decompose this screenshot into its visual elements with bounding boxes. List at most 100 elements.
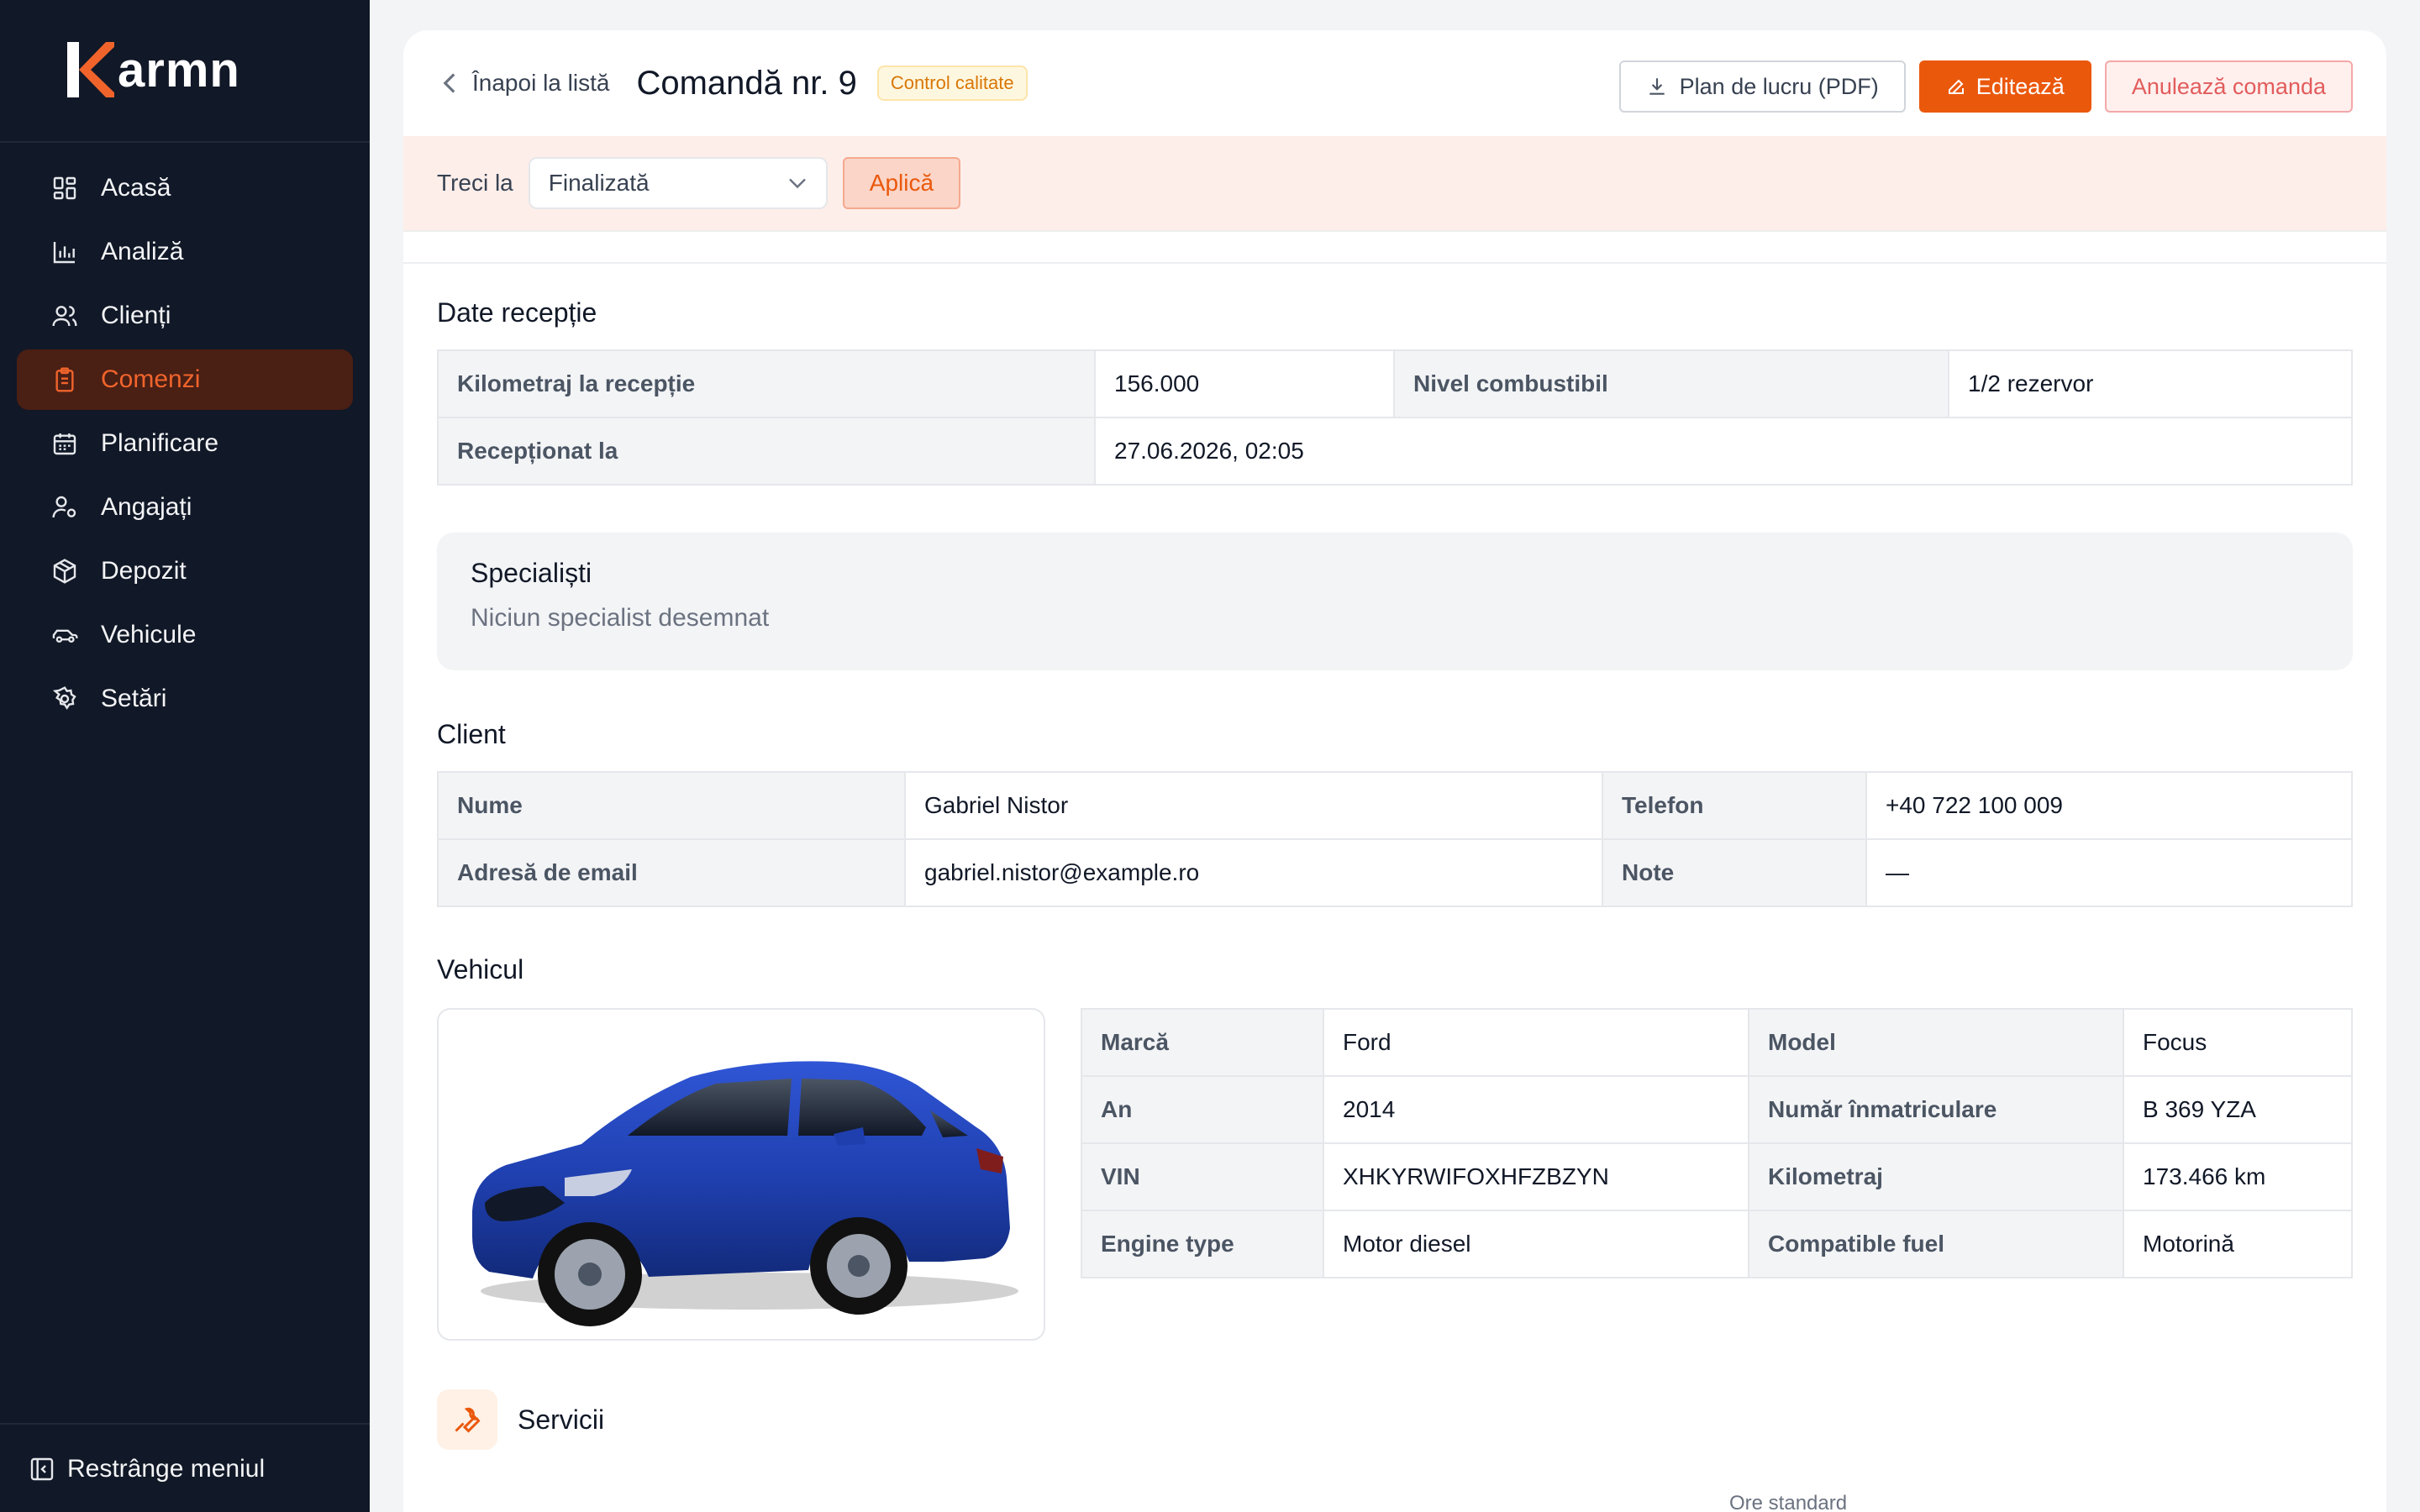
header-actions: Plan de lucru (PDF) Editează Anulează co…	[1618, 60, 2353, 113]
download-icon	[1649, 78, 1665, 95]
client-name-value: Gabriel Nistor	[904, 771, 1603, 840]
collapse-menu-button[interactable]: Restrânge meniul	[29, 1455, 265, 1483]
vehicle-fuel-value: Motorină	[2123, 1210, 2353, 1278]
apply-status-label: Aplică	[869, 170, 934, 196]
sidebar-item-vehicule[interactable]: Vehicule	[17, 605, 353, 665]
sidebar-item-angajati[interactable]: Angajați	[17, 477, 353, 538]
standard-hours-header: Ore standard	[1729, 1492, 1848, 1512]
app-logo[interactable]: armn	[67, 40, 240, 99]
karmn-logo-icon	[67, 42, 114, 97]
vehicle-vin-value: XHKYRWIFOXHFZBZYN	[1323, 1142, 1749, 1211]
status-select[interactable]: Finalizată	[528, 157, 828, 209]
vehicle-table: Marcă Ford Model Focus An 2014 Număr înm…	[1081, 1008, 2353, 1278]
vehicle-model-label: Model	[1748, 1008, 2124, 1077]
calendar-icon	[50, 429, 79, 458]
client-phone-value: +40 722 100 009	[1865, 771, 2353, 840]
client-name-label: Nume	[437, 771, 906, 840]
sidebar-divider	[0, 141, 370, 143]
collapse-menu-label: Restrânge meniul	[67, 1455, 266, 1483]
fuel-level-label: Nivel combustibil	[1393, 349, 1949, 418]
sidebar-item-label: Clienți	[101, 302, 171, 329]
users-icon	[50, 302, 79, 330]
vehicle-title: Vehicul	[437, 954, 524, 984]
vehicle-year-value: 2014	[1323, 1075, 1749, 1144]
cancel-order-button[interactable]: Anulează comanda	[2104, 60, 2353, 113]
vehicle-fuel-label: Compatible fuel	[1748, 1210, 2124, 1278]
vehicle-plate-value: B 369 YZA	[2123, 1075, 2353, 1144]
brand-name: armn	[118, 42, 240, 97]
sidebar-item-label: Comenzi	[101, 365, 201, 393]
sidebar-item-label: Acasă	[101, 174, 171, 202]
back-label: Înapoi la listă	[472, 70, 610, 96]
mileage-value: 156.000	[1094, 349, 1395, 418]
edit-order-button[interactable]: Editează	[1918, 60, 2091, 113]
services-section-icon-wrap	[437, 1389, 497, 1450]
specialists-empty-text: Niciun specialist desemnat	[471, 604, 770, 632]
received-at-label: Recepționat la	[437, 417, 1096, 486]
client-title: Client	[437, 719, 506, 749]
vehicle-vin-label: VIN	[1081, 1142, 1324, 1211]
apply-status-button[interactable]: Aplică	[842, 157, 961, 209]
user-gear-icon	[50, 493, 79, 522]
sidebar-item-depozit[interactable]: Depozit	[17, 541, 353, 601]
car-image	[472, 1061, 1018, 1326]
sidebar-item-label: Angajați	[101, 493, 192, 521]
dashboard-grid-icon	[50, 174, 79, 202]
client-phone-label: Telefon	[1602, 771, 1867, 840]
sidebar-item-setari[interactable]: Setări	[17, 669, 353, 729]
sidebar-item-acasa[interactable]: Acasă	[17, 158, 353, 218]
reception-table: Kilometraj la recepție 156.000 Nivel com…	[437, 349, 2353, 486]
gear-icon	[50, 685, 79, 713]
order-detail-panel: Înapoi la listă Comandă nr. 9 Control ca…	[403, 30, 2386, 1512]
table-row: Recepționat la 27.06.2026, 02:05	[437, 417, 2353, 486]
table-row: Nume Gabriel Nistor Telefon +40 722 100 …	[437, 771, 2353, 840]
page-title: Comandă nr. 9	[636, 64, 857, 102]
sidebar-item-comenzi[interactable]: Comenzi	[17, 349, 353, 410]
wrench-icon	[455, 1407, 481, 1433]
table-row: Kilometraj la recepție 156.000 Nivel com…	[437, 349, 2353, 418]
download-pdf-label: Plan de lucru (PDF)	[1679, 73, 1879, 99]
bar-chart-icon	[50, 238, 79, 266]
status-select-value: Finalizată	[548, 170, 650, 196]
chevron-down-icon	[788, 178, 806, 189]
client-notes-value: —	[1865, 838, 2353, 907]
vehicle-image-card	[437, 1008, 1045, 1341]
vehicle-make-label: Marcă	[1081, 1008, 1324, 1077]
services-title: Servicii	[518, 1404, 605, 1435]
sidebar-item-label: Planificare	[101, 429, 219, 457]
sidebar-divider	[0, 1423, 370, 1425]
mileage-label: Kilometraj la recepție	[437, 349, 1096, 418]
download-pdf-button[interactable]: Plan de lucru (PDF)	[1618, 60, 1906, 113]
table-row: Marcă Ford Model Focus	[1081, 1008, 2353, 1077]
edit-icon	[1948, 79, 1964, 94]
back-to-list-link[interactable]: Înapoi la listă	[442, 70, 609, 97]
status-change-bar: Treci la Finalizată Aplică	[403, 136, 2386, 232]
vehicle-engine-value: Motor diesel	[1323, 1210, 1749, 1278]
client-table: Nume Gabriel Nistor Telefon +40 722 100 …	[437, 771, 2353, 907]
vehicle-plate-label: Număr înmatriculare	[1748, 1075, 2124, 1144]
sidebar-item-planificare[interactable]: Planificare	[17, 413, 353, 474]
vehicle-make-value: Ford	[1323, 1008, 1749, 1077]
vehicle-engine-label: Engine type	[1081, 1210, 1324, 1278]
cancel-order-label: Anulează comanda	[2131, 73, 2326, 99]
sidebar-item-clienti[interactable]: Clienți	[17, 286, 353, 346]
vehicle-model-value: Focus	[2123, 1008, 2353, 1077]
clipboard-icon	[50, 365, 79, 394]
sidebar-item-label: Depozit	[101, 557, 187, 585]
vehicle-mileage-value: 173.466 km	[2123, 1142, 2353, 1211]
specialists-title: Specialiști	[471, 558, 592, 588]
vehicle-mileage-label: Kilometraj	[1748, 1142, 2124, 1211]
sidebar-item-label: Vehicule	[101, 621, 197, 648]
order-header: Înapoi la listă Comandă nr. 9 Control ca…	[403, 30, 2386, 136]
table-row: VIN XHKYRWIFOXHFZBZYN Kilometraj 173.466…	[1081, 1142, 2353, 1211]
received-at-value: 27.06.2026, 02:05	[1094, 417, 2353, 486]
status-change-label: Treci la	[437, 170, 513, 196]
vehicle-year-label: An	[1081, 1075, 1324, 1144]
box-icon	[50, 557, 79, 585]
status-badge: Control calitate	[876, 66, 1028, 101]
sidebar-nav: Acasă Analiză Clienți Comenzi Planificar…	[17, 158, 353, 732]
sidebar-item-analiza[interactable]: Analiză	[17, 222, 353, 282]
client-notes-label: Note	[1602, 838, 1867, 907]
edit-order-label: Editează	[1975, 73, 2065, 99]
reception-title: Date recepție	[437, 297, 597, 328]
